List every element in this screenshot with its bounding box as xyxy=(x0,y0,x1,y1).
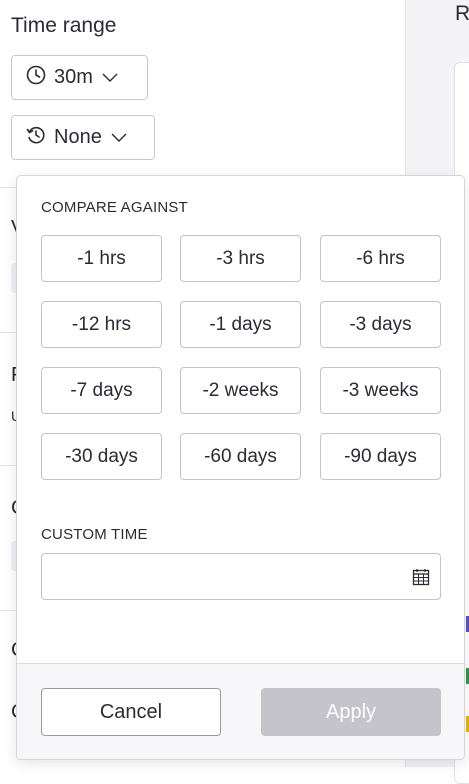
compare-option[interactable]: -6 hrs xyxy=(320,235,441,282)
custom-time-label: CUSTOM TIME xyxy=(41,526,148,543)
time-range-value: 30m xyxy=(54,66,93,88)
compare-option[interactable]: -3 days xyxy=(320,301,441,348)
compare-value: None xyxy=(54,126,102,148)
compare-option[interactable]: -60 days xyxy=(180,433,301,480)
compare-option[interactable]: -3 hrs xyxy=(180,235,301,282)
apply-button[interactable]: Apply xyxy=(261,688,441,736)
cancel-button[interactable]: Cancel xyxy=(41,688,221,736)
chevron-down-icon xyxy=(101,66,119,89)
compare-option[interactable]: -7 days xyxy=(41,367,162,414)
calendar-icon[interactable] xyxy=(412,568,430,591)
time-range-heading: Time range xyxy=(11,14,117,37)
compare-against-popover: COMPARE AGAINST -1 hrs -3 hrs -6 hrs -12… xyxy=(16,175,465,760)
compare-option[interactable]: -1 hrs xyxy=(41,235,162,282)
custom-time-input[interactable] xyxy=(41,553,441,600)
compare-option[interactable]: -3 weeks xyxy=(320,367,441,414)
preview-title-fragment: R xyxy=(455,2,469,25)
compare-against-label: COMPARE AGAINST xyxy=(41,199,188,216)
clock-icon xyxy=(26,65,46,91)
compare-select[interactable]: None xyxy=(11,115,155,160)
compare-option[interactable]: -1 days xyxy=(180,301,301,348)
compare-option[interactable]: -12 hrs xyxy=(41,301,162,348)
compare-option[interactable]: -2 weeks xyxy=(180,367,301,414)
history-icon xyxy=(26,125,46,151)
compare-option[interactable]: -30 days xyxy=(41,433,162,480)
chevron-down-icon xyxy=(110,126,128,149)
popover-footer: Cancel Apply xyxy=(17,664,464,759)
compare-option[interactable]: -90 days xyxy=(320,433,441,480)
time-range-select[interactable]: 30m xyxy=(11,55,148,100)
